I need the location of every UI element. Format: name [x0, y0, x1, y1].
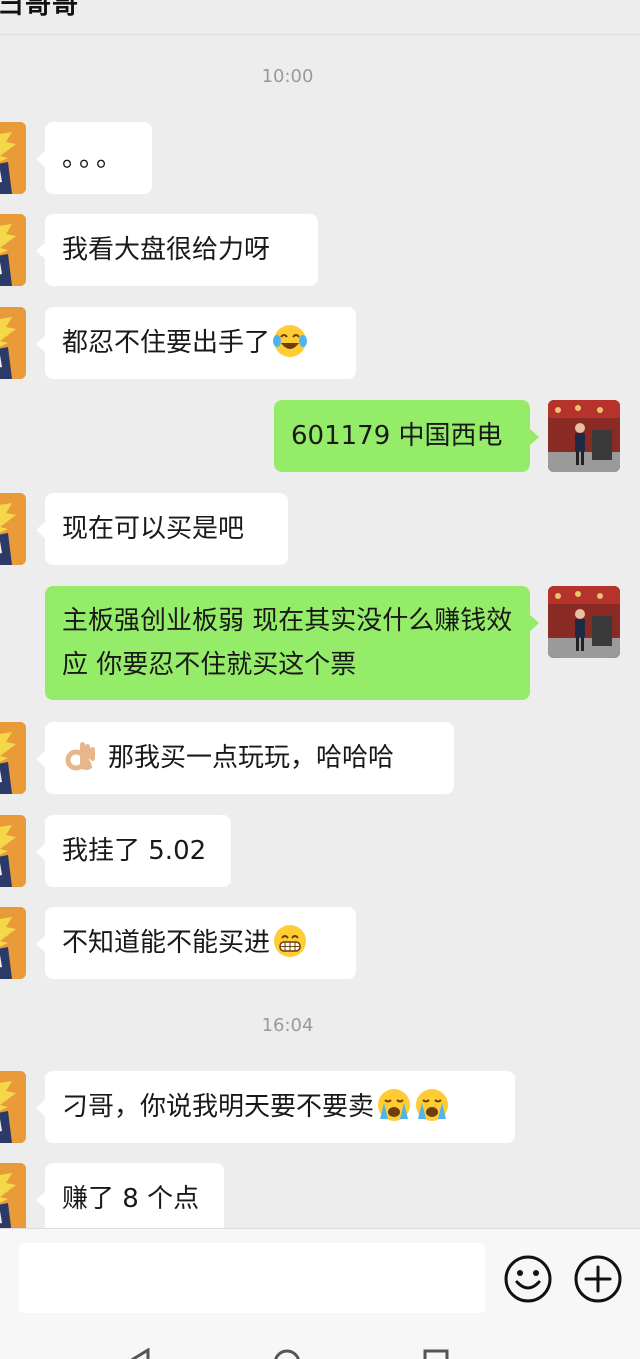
- loudly-crying-face-icon: [378, 1089, 411, 1121]
- timestamp: 10:00: [261, 66, 314, 87]
- contact-avatar[interactable]: [0, 307, 26, 379]
- home-nav-icon[interactable]: [272, 1348, 302, 1359]
- message-text: 主板强创业板弱 现在其实没什么赚钱效应 你要忍不住就买这个票: [62, 606, 513, 680]
- message-input-bar: [0, 1228, 640, 1325]
- incoming-message[interactable]: 都忍不住要出手了: [36, 307, 356, 379]
- incoming-message[interactable]: 我挂了 5.02: [36, 815, 231, 887]
- plus-button-icon[interactable]: [573, 1254, 623, 1304]
- incoming-message[interactable]: 那我买一点玩玩，哈哈哈: [36, 722, 454, 794]
- recents-nav-icon[interactable]: [422, 1348, 450, 1359]
- message-text: 601179 中国西电: [291, 421, 503, 451]
- contact-avatar[interactable]: [0, 214, 26, 286]
- message-input[interactable]: [19, 1243, 485, 1313]
- chat-title: 彐哥哥: [0, 0, 80, 20]
- incoming-message[interactable]: 刁哥，你说我明天要不要卖: [36, 1071, 515, 1143]
- message-text: 不知道能不能买进: [62, 928, 271, 958]
- contact-avatar[interactable]: [0, 722, 26, 794]
- incoming-message[interactable]: 不知道能不能买进: [36, 907, 356, 979]
- message-text: 都忍不住要出手了: [62, 328, 271, 358]
- contact-avatar[interactable]: [0, 122, 26, 194]
- incoming-message[interactable]: 。。。: [36, 122, 152, 194]
- my-avatar[interactable]: [548, 400, 620, 472]
- my-avatar[interactable]: [548, 586, 620, 658]
- chat-screen: 彐哥哥 10:00 。。。 我看大盘很给力呀 都忍不住要出手了 601179 中…: [0, 0, 640, 1359]
- emoji-button-icon[interactable]: [503, 1254, 553, 1304]
- message-text: 那我买一点玩玩，哈哈哈: [108, 743, 395, 773]
- message-text: 刁哥，你说我明天要不要卖: [62, 1092, 375, 1122]
- incoming-message[interactable]: 赚了 8 个点: [36, 1163, 224, 1235]
- message-text: 现在可以买是吧: [62, 514, 245, 544]
- chat-header: 彐哥哥: [0, 0, 640, 35]
- outgoing-message[interactable]: 主板强创业板弱 现在其实没什么赚钱效应 你要忍不住就买这个票: [45, 586, 539, 700]
- timestamp: 16:04: [261, 1015, 314, 1036]
- loudly-crying-face-icon: [416, 1089, 449, 1121]
- outgoing-message[interactable]: 601179 中国西电: [274, 400, 539, 472]
- contact-avatar[interactable]: [0, 907, 26, 979]
- ok-hand-icon: [65, 742, 95, 771]
- message-text: 我挂了 5.02: [62, 836, 207, 866]
- contact-avatar[interactable]: [0, 1163, 26, 1235]
- contact-avatar[interactable]: [0, 493, 26, 565]
- system-nav-bar: [0, 1324, 640, 1359]
- message-text: 。。。: [62, 143, 127, 173]
- incoming-message[interactable]: 现在可以买是吧: [36, 493, 288, 565]
- back-nav-icon[interactable]: [126, 1348, 152, 1359]
- contact-avatar[interactable]: [0, 1071, 26, 1143]
- face-with-tears-of-joy-icon: [273, 325, 308, 357]
- message-text: 赚了 8 个点: [62, 1184, 200, 1214]
- incoming-message[interactable]: 我看大盘很给力呀: [36, 214, 318, 286]
- grinning-face-icon: [274, 925, 307, 957]
- contact-avatar[interactable]: [0, 815, 26, 887]
- message-text: 我看大盘很给力呀: [62, 235, 271, 265]
